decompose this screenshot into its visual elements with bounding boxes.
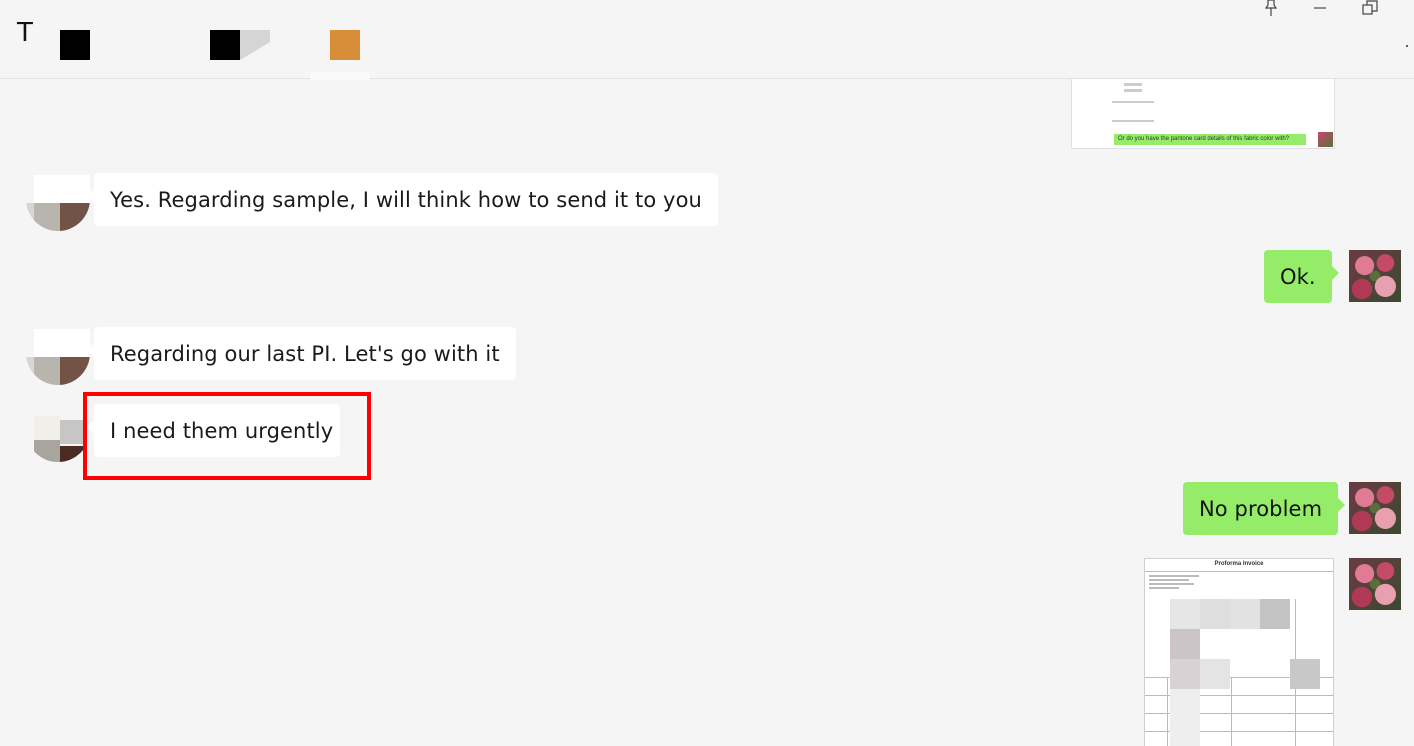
restore-icon[interactable] [1356, 0, 1384, 20]
contact-avatar[interactable] [26, 175, 90, 231]
redacted-pixel [1170, 689, 1200, 746]
document-line [1231, 677, 1232, 746]
pin-icon[interactable] [1257, 0, 1285, 20]
thumbnail-line [1112, 120, 1154, 122]
incoming-message-bubble[interactable]: Yes. Regarding sample, I will think how … [87, 173, 718, 226]
contact-avatar[interactable] [26, 329, 90, 385]
document-line [1149, 583, 1194, 585]
thumbnail-avatar [1318, 132, 1333, 147]
incoming-message-bubble[interactable]: Regarding our last PI. Let's go with it [87, 327, 516, 380]
redacted-pixel [1200, 599, 1230, 629]
redacted-pixel [1170, 629, 1200, 659]
redacted-pixel [1260, 599, 1290, 629]
redacted-pixel [1170, 599, 1200, 629]
redacted-block [210, 30, 240, 60]
minimize-icon[interactable] [1306, 0, 1334, 20]
document-image-message[interactable]: Proforma Invoice [1144, 558, 1334, 746]
outgoing-message-bubble[interactable]: No problem [1183, 482, 1346, 535]
document-line [1145, 571, 1333, 572]
more-icon[interactable]: · [1404, 36, 1410, 54]
message-text: Yes. Regarding sample, I will think how … [110, 187, 702, 212]
document-line [1149, 575, 1199, 577]
contact-avatar[interactable] [26, 406, 90, 462]
image-message-thumbnail[interactable]: Or do you have the pantone card details … [1071, 79, 1335, 149]
document-line [1167, 677, 1168, 746]
my-avatar[interactable] [1349, 250, 1401, 302]
redacted-block [310, 72, 370, 80]
redacted-pixel [1230, 599, 1260, 629]
redacted-pixel [1170, 659, 1200, 689]
document-title: Proforma Invoice [1214, 561, 1264, 567]
outgoing-message-bubble[interactable]: Ok. [1264, 250, 1339, 303]
redacted-pixel [1290, 659, 1320, 689]
document-line [1149, 579, 1189, 581]
redacted-block [60, 30, 90, 60]
my-avatar[interactable] [1349, 482, 1401, 534]
message-text: No problem [1199, 496, 1323, 521]
highlight-annotation-box [83, 392, 371, 480]
thumbnail-line [1124, 89, 1142, 92]
thumbnail-line [1124, 83, 1142, 86]
document-line [1149, 587, 1179, 589]
redacted-pixel [1200, 659, 1230, 689]
chat-title: T [17, 18, 33, 48]
thumbnail-green-message: Or do you have the pantone card details … [1114, 134, 1306, 145]
my-avatar[interactable] [1349, 558, 1401, 610]
message-text: Regarding our last PI. Let's go with it [110, 341, 500, 366]
message-text: Ok. [1280, 264, 1316, 289]
thumbnail-line [1112, 101, 1154, 103]
chat-header: T · [0, 0, 1414, 80]
redacted-block [240, 30, 270, 60]
redacted-block [330, 30, 360, 60]
